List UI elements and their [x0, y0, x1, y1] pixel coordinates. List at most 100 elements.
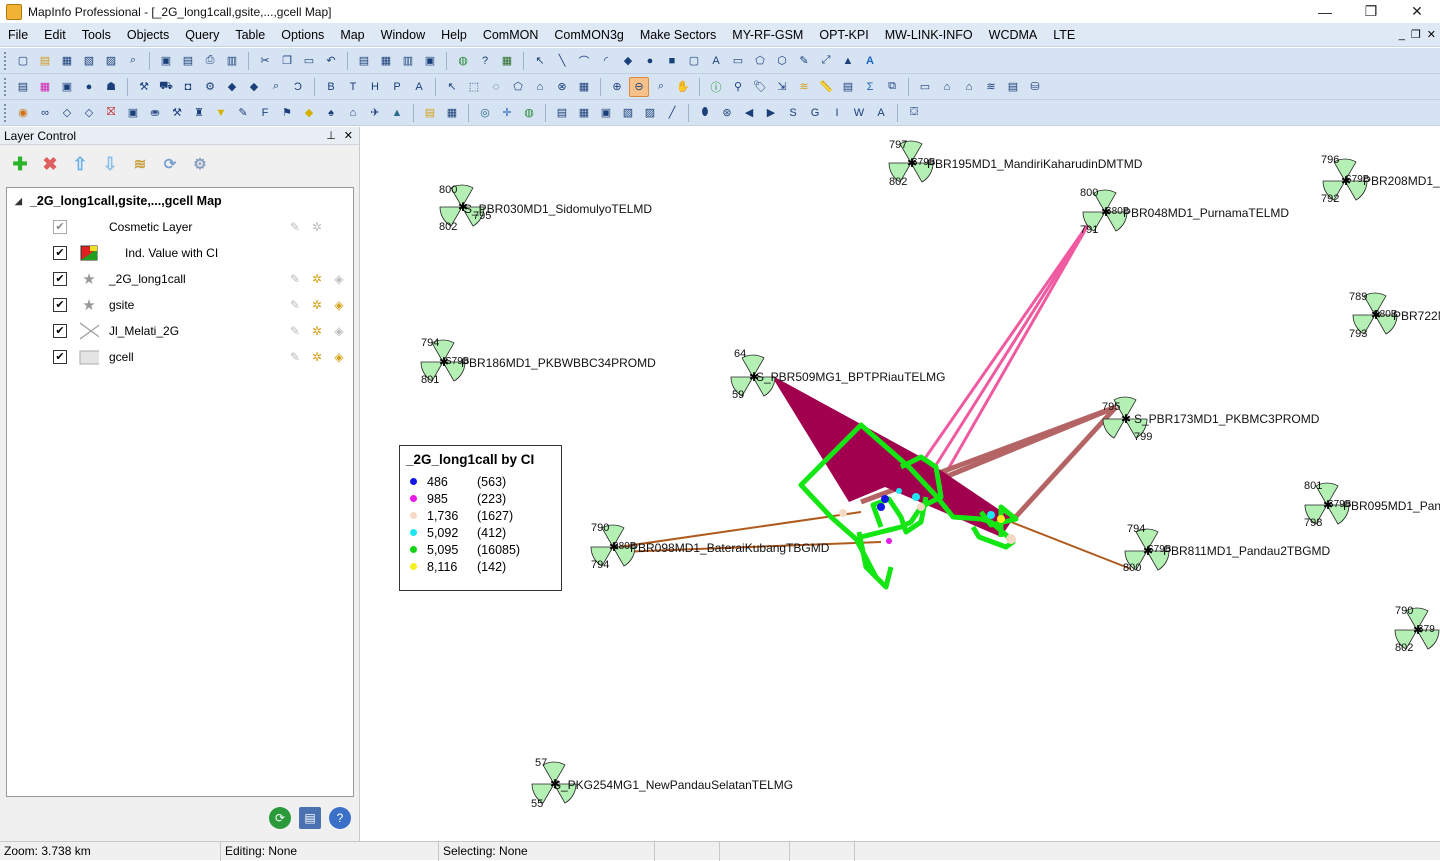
layer-row-gsite[interactable]: ✔ ★ gsite ✎ ✲ ◈ — [7, 292, 353, 318]
open-workspace-icon[interactable]: ▧ — [79, 51, 99, 71]
menu-query[interactable]: Query — [177, 23, 227, 47]
tool-i-button[interactable]: I — [827, 103, 847, 123]
menu-commmon3g[interactable]: ComMON3g — [546, 23, 631, 47]
refresh-icon[interactable]: ⟳ — [158, 152, 182, 176]
tool-a2-button[interactable]: A — [871, 103, 891, 123]
open-universal-icon[interactable]: ▨ — [101, 51, 121, 71]
statistics-icon[interactable]: Σ — [860, 77, 880, 97]
mdi-close-button[interactable]: ✕ — [1427, 23, 1436, 47]
menu-commmon[interactable]: ComMON — [475, 23, 547, 47]
terrain-icon[interactable]: ▲ — [838, 51, 858, 71]
label-tag-icon[interactable]: ◈ — [331, 297, 347, 313]
custom-1-icon[interactable]: ◉ — [13, 103, 33, 123]
layer-control-icon[interactable]: ≋ — [794, 77, 814, 97]
custom-26-icon[interactable]: ▣ — [596, 103, 616, 123]
thematic-legend[interactable]: _2G_long1call by CI 486 (563) 985 (223) 1,… — [399, 445, 562, 591]
save-as-icon[interactable]: ▤ — [178, 51, 198, 71]
custom-12-icon[interactable]: F — [255, 103, 275, 123]
polygon-icon[interactable]: ◆ — [618, 51, 638, 71]
minimize-button[interactable]: — — [1302, 0, 1348, 23]
custom-20-icon[interactable]: ▦ — [442, 103, 462, 123]
layer-row-2g-long1call[interactable]: ✔ ★ _2G_long1call ✎ ✲ ◈ — [7, 266, 353, 292]
line-icon[interactable]: ╲ — [552, 51, 572, 71]
layer-visibility-checkbox[interactable]: ✔ — [53, 350, 67, 364]
tool-s-button[interactable]: S — [783, 103, 803, 123]
site-label[interactable]: S_PBR173MD1_PKBMC3PROMD — [1134, 412, 1319, 426]
mapper-icon[interactable]: ▦ — [376, 51, 396, 71]
frame-icon[interactable]: ▭ — [728, 51, 748, 71]
site-label[interactable]: S_PBR509MG1_BPTPRiauTELMG — [756, 370, 945, 384]
editable-icon[interactable]: ✎ — [287, 323, 303, 339]
menu-make-sectors[interactable]: Make Sectors — [632, 23, 724, 47]
menu-my-rf-gsm[interactable]: MY-RF-GSM — [724, 23, 811, 47]
menu-edit[interactable]: Edit — [36, 23, 74, 47]
tool-16-icon[interactable]: ⌂ — [959, 77, 979, 97]
custom-10-icon[interactable]: ▼ — [211, 103, 231, 123]
site-label[interactable]: PBR048MD1_PurnamaTELMD — [1123, 206, 1289, 220]
layout-icon[interactable]: ▣ — [420, 51, 440, 71]
print-preview-icon[interactable]: ▥ — [222, 51, 242, 71]
tool-19-icon[interactable]: ⛁ — [1025, 77, 1045, 97]
site-label[interactable]: PBR811MD1_Pandau2TBGMD — [1163, 544, 1330, 558]
custom-32-icon[interactable]: ⛋ — [904, 103, 924, 123]
custom-24-icon[interactable]: ▤ — [552, 103, 572, 123]
menu-lte[interactable]: LTE — [1045, 23, 1083, 47]
selectable-icon[interactable]: ✲ — [309, 297, 325, 313]
tool-17-icon[interactable]: ≋ — [981, 77, 1001, 97]
invert-select-icon[interactable]: ▦ — [574, 77, 594, 97]
site-label[interactable]: PBR186MD1_PKBWBBC34PROMD — [461, 356, 656, 370]
next-icon[interactable]: ▶ — [761, 103, 781, 123]
custom-3-icon[interactable]: ◇ — [57, 103, 77, 123]
site-label[interactable]: S_PBR030MD1_SidomulyoTELMD — [464, 202, 652, 216]
site-label[interactable]: PBR098MD1_BateraiKubangTBGMD — [630, 541, 829, 555]
custom-14-icon[interactable]: ◆ — [299, 103, 319, 123]
tool-14-icon[interactable]: ▭ — [915, 77, 935, 97]
tool-a-button[interactable]: A — [409, 77, 429, 97]
custom-31-icon[interactable]: ⊛ — [717, 103, 737, 123]
polyline-icon[interactable]: ⌒ — [574, 51, 594, 71]
find-icon[interactable]: ⌕ — [123, 51, 143, 71]
paste-icon[interactable]: ▭ — [299, 51, 319, 71]
help-icon[interactable]: ? — [475, 51, 495, 71]
tool-7-icon[interactable]: ⛟ — [156, 77, 176, 97]
unselect-icon[interactable]: ⊗ — [552, 77, 572, 97]
mark-icon[interactable]: ✎ — [794, 51, 814, 71]
menu-window[interactable]: Window — [373, 23, 433, 47]
menu-file[interactable]: File — [0, 23, 36, 47]
close-button[interactable]: ✕ — [1394, 0, 1440, 23]
site-label[interactable]: PBR195MD1_MandiriKaharudinDMTMD — [927, 157, 1142, 171]
custom-8-icon[interactable]: ⚒ — [167, 103, 187, 123]
calculator-icon[interactable]: ▦ — [497, 51, 517, 71]
custom-13-icon[interactable]: ⚑ — [277, 103, 297, 123]
legend-icon[interactable]: ▤ — [838, 77, 858, 97]
custom-21-icon[interactable]: ◎ — [475, 103, 495, 123]
custom-19-icon[interactable]: ▤ — [420, 103, 440, 123]
custom-30-icon[interactable]: ⬮ — [695, 103, 715, 123]
custom-22-icon[interactable]: ✛ — [497, 103, 517, 123]
mdi-restore-button[interactable]: ❐ — [1411, 23, 1421, 47]
selectable-icon[interactable]: ✲ — [309, 219, 325, 235]
panel-close-icon[interactable]: ✕ — [344, 129, 353, 142]
menu-table[interactable]: Table — [227, 23, 273, 47]
tool-b-button[interactable]: B — [321, 77, 341, 97]
layer-list-icon[interactable]: ▤ — [299, 807, 321, 829]
label-tag-icon[interactable]: ◈ — [331, 323, 347, 339]
selectable-icon[interactable]: ✲ — [309, 349, 325, 365]
cut-icon[interactable]: ✂ — [255, 51, 275, 71]
info-icon[interactable]: ⓘ — [706, 77, 726, 97]
layer-row-gcell[interactable]: ✔ gcell ✎ ✲ ◈ — [7, 344, 353, 370]
menu-objects[interactable]: Objects — [119, 23, 177, 47]
drag-window-icon[interactable]: ⇲ — [772, 77, 792, 97]
layer-properties-icon[interactable]: ≋ — [128, 152, 152, 176]
custom-15-icon[interactable]: ♠ — [321, 103, 341, 123]
tool-12-icon[interactable]: ⌕ — [266, 77, 286, 97]
map-root-node[interactable]: ◢ _2G_long1call,gsite,...,gcell Map — [7, 188, 353, 214]
change-view-icon[interactable]: ⌕ — [651, 77, 671, 97]
maximize-button[interactable]: ❐ — [1348, 0, 1394, 23]
tool-5-icon[interactable]: ☗ — [101, 77, 121, 97]
custom-9-icon[interactable]: ♜ — [189, 103, 209, 123]
custom-18-icon[interactable]: ▲ — [387, 103, 407, 123]
label-tag-icon[interactable]: ◈ — [331, 271, 347, 287]
add-layer-icon[interactable]: ✚ — [8, 152, 32, 176]
text-icon[interactable]: A — [706, 51, 726, 71]
